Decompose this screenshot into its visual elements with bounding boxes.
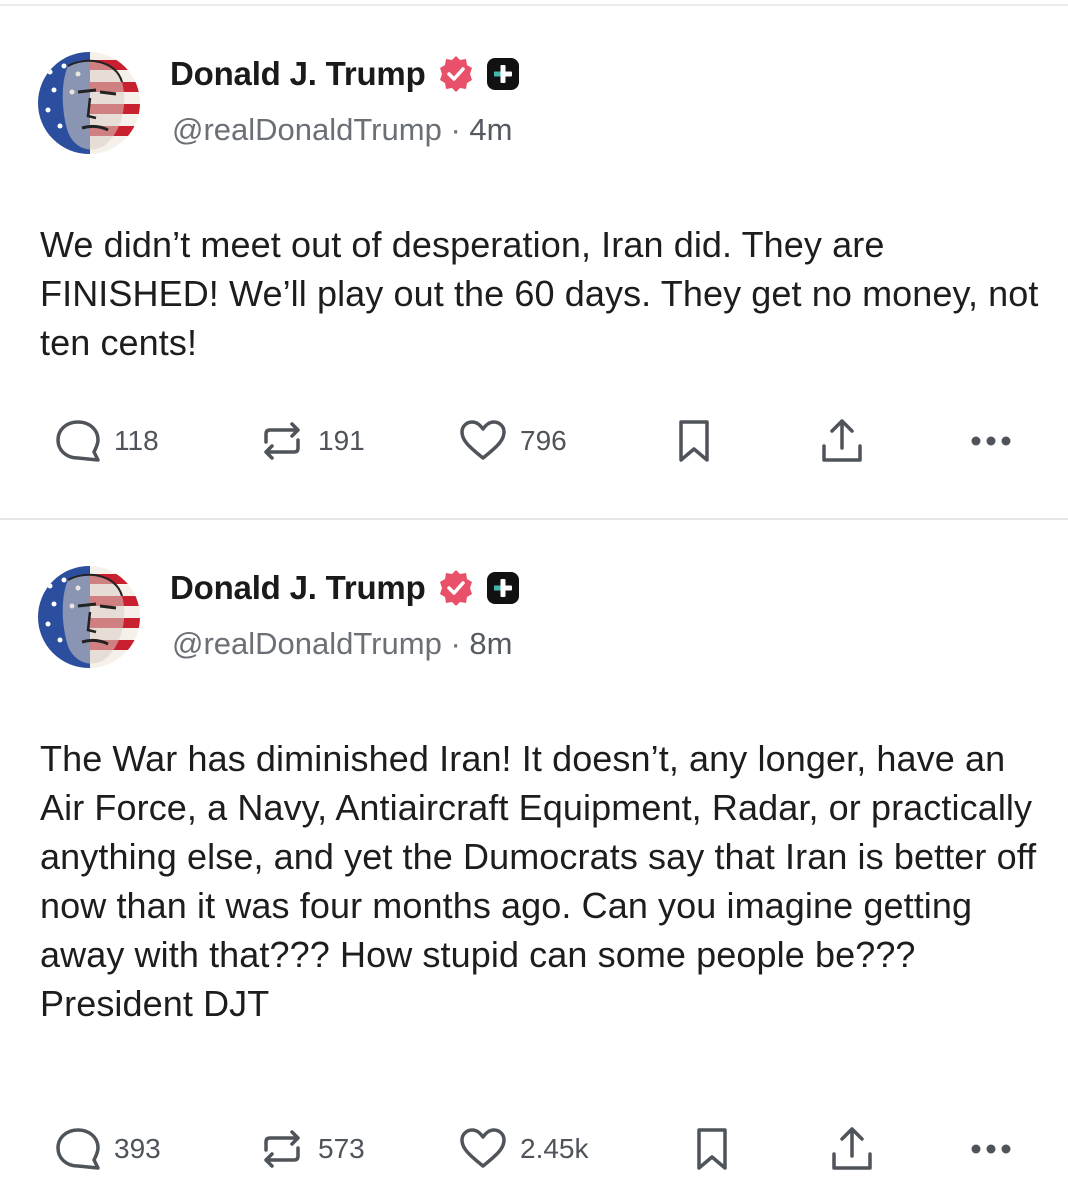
bookmark-icon	[679, 420, 709, 462]
heart-icon	[460, 1128, 506, 1168]
plus-badge-icon	[486, 58, 519, 90]
reply-button[interactable]: 393	[54, 1124, 161, 1174]
heart-icon	[460, 420, 506, 460]
repost-arrows-icon	[264, 1130, 300, 1168]
post-text: We didn’t meet out of desperation, Iran …	[40, 224, 1039, 363]
verified-badge-icon	[439, 56, 472, 92]
handle[interactable]: @realDonaldTrump	[172, 112, 442, 147]
reply-button[interactable]: 118	[54, 416, 159, 466]
repost-count: 573	[318, 1133, 365, 1164]
reply-count: 118	[114, 425, 159, 456]
share-upload-icon	[832, 1127, 872, 1170]
separator: ·	[450, 626, 470, 661]
bookmark-button[interactable]	[674, 416, 714, 466]
repost-button[interactable]: 573	[258, 1124, 365, 1174]
avatar[interactable]	[38, 566, 140, 668]
like-button[interactable]: 2.45k	[458, 1124, 589, 1174]
repost-count: 191	[318, 425, 365, 456]
more-options-button[interactable]	[968, 416, 1014, 466]
share-upload-icon	[822, 419, 862, 462]
handle[interactable]: @realDonaldTrump	[172, 626, 442, 661]
plus-badge-icon	[486, 572, 519, 604]
like-count: 796	[520, 425, 567, 456]
author-name[interactable]: Donald J. Trump	[170, 569, 426, 607]
handle-line: @realDonaldTrump · 8m	[172, 626, 512, 662]
timestamp[interactable]: 8m	[469, 626, 512, 661]
post-card[interactable]: Donald J. Trump @realDonaldTrump · 4m We…	[0, 6, 1068, 518]
comment-bubble-icon	[56, 1128, 100, 1170]
repost-arrows-icon	[264, 422, 300, 460]
like-count: 2.45k	[520, 1133, 589, 1164]
action-bar: 393 573 2.45k	[0, 1124, 1068, 1174]
author-name[interactable]: Donald J. Trump	[170, 55, 426, 93]
separator: ·	[450, 112, 470, 147]
ellipsis-icon	[971, 1144, 1011, 1154]
share-button[interactable]	[818, 416, 866, 466]
reply-count: 393	[114, 1133, 161, 1164]
action-bar: 118 191 796	[0, 416, 1068, 466]
repost-button[interactable]: 191	[258, 416, 365, 466]
bookmark-icon	[697, 1128, 727, 1170]
post-card[interactable]: Donald J. Trump @realDonaldTrump · 8m Th…	[0, 520, 1068, 1200]
timestamp[interactable]: 4m	[469, 112, 512, 147]
bookmark-button[interactable]	[692, 1124, 732, 1174]
share-button[interactable]	[828, 1124, 876, 1174]
comment-bubble-icon	[56, 420, 100, 462]
handle-line: @realDonaldTrump · 4m	[172, 112, 512, 148]
more-options-button[interactable]	[968, 1124, 1014, 1174]
like-button[interactable]: 796	[458, 416, 567, 466]
avatar[interactable]	[38, 52, 140, 154]
ellipsis-icon	[971, 436, 1011, 446]
post-text: The War has diminished Iran! It doesn’t,…	[40, 738, 1037, 1024]
verified-badge-icon	[439, 570, 472, 606]
